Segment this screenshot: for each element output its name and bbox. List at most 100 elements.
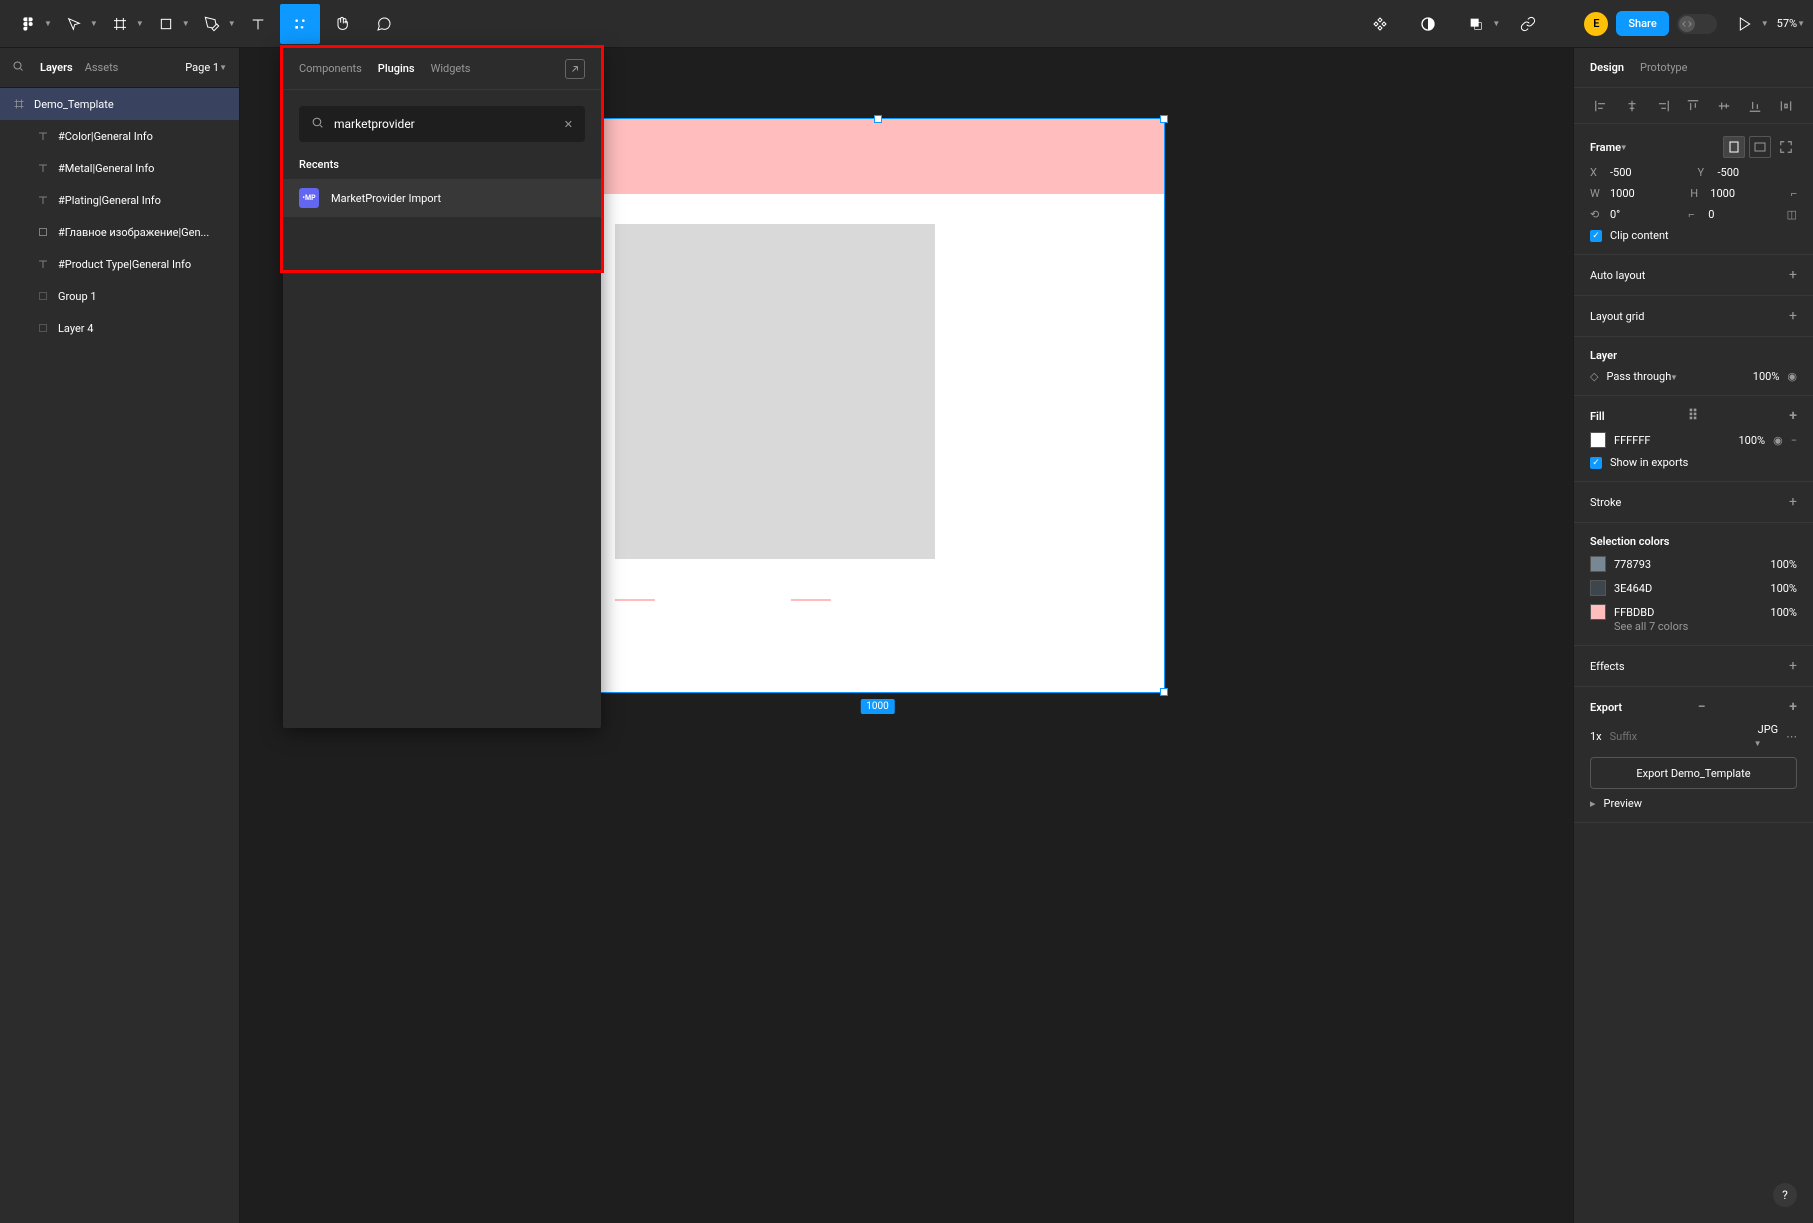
fill-visibility-icon[interactable]: ◉ <box>1773 434 1783 447</box>
layer-item[interactable]: #Главное изображение|Gen... <box>0 216 239 248</box>
browse-icon[interactable] <box>565 59 585 79</box>
visibility-icon[interactable]: ◉ <box>1787 370 1797 383</box>
shape-tool[interactable]: ▼ <box>146 4 190 44</box>
fill-styles-icon[interactable]: ⠿ <box>1688 408 1698 424</box>
fill-swatch[interactable] <box>1590 432 1606 448</box>
boolean-icon[interactable]: ▼ <box>1456 4 1500 44</box>
color-hex[interactable]: 3E464D <box>1614 582 1762 595</box>
align-center-h-icon[interactable] <box>1622 96 1642 116</box>
widgets-tab[interactable]: Widgets <box>431 62 471 75</box>
export-format[interactable]: JPG ▼ <box>1758 723 1779 749</box>
selection-handle[interactable] <box>1160 688 1168 696</box>
align-top-icon[interactable] <box>1683 96 1703 116</box>
link-icon[interactable] <box>1508 4 1548 44</box>
add-layout-grid-icon[interactable]: + <box>1789 308 1797 324</box>
layer-item[interactable]: Group 1 <box>0 280 239 312</box>
color-swatch[interactable] <box>1590 580 1606 596</box>
text-tool[interactable] <box>238 4 278 44</box>
clear-search-icon[interactable]: ✕ <box>564 118 573 131</box>
color-opacity[interactable]: 100% <box>1770 606 1797 619</box>
color-opacity[interactable]: 100% <box>1770 582 1797 595</box>
auto-layout-section: Auto layout+ <box>1574 255 1813 296</box>
rotation-input[interactable]: 0° <box>1610 208 1680 221</box>
help-button[interactable]: ? <box>1773 1183 1797 1207</box>
add-fill-icon[interactable]: + <box>1789 408 1797 424</box>
frame-title[interactable]: Frame ▼ <box>1590 141 1628 154</box>
design-tab[interactable]: Design <box>1590 61 1624 74</box>
selection-handle[interactable] <box>1160 115 1168 123</box>
radius-input[interactable]: 0 <box>1708 208 1778 221</box>
add-auto-layout-icon[interactable]: + <box>1789 267 1797 283</box>
main-menu[interactable]: ▼ <box>8 4 52 44</box>
resize-fit-icon[interactable] <box>1775 136 1797 158</box>
layer-item[interactable]: #Metal|General Info <box>0 152 239 184</box>
height-input[interactable]: 1000 <box>1710 187 1782 200</box>
layer-item[interactable]: Layer 4 <box>0 312 239 344</box>
export-scale[interactable]: 1x <box>1590 730 1602 743</box>
hand-tool[interactable] <box>322 4 362 44</box>
show-exports-checkbox[interactable]: ✓ <box>1590 457 1602 469</box>
assets-tab[interactable]: Assets <box>85 61 119 74</box>
color-opacity[interactable]: 100% <box>1770 558 1797 571</box>
plugin-search[interactable]: ✕ <box>299 106 585 142</box>
layer-item[interactable]: #Color|General Info <box>0 120 239 152</box>
portrait-icon[interactable] <box>1723 136 1745 158</box>
frame-tool[interactable]: ▼ <box>100 4 144 44</box>
export-suffix-input[interactable] <box>1610 730 1750 743</box>
plugin-search-input[interactable] <box>334 117 554 131</box>
color-hex[interactable]: FFBDBD <box>1614 606 1762 619</box>
plugin-item[interactable]: •MPMarketProvider Import <box>283 179 601 217</box>
remove-fill-icon[interactable]: − <box>1791 434 1797 447</box>
export-button[interactable]: Export Demo_Template <box>1590 757 1797 789</box>
move-tool[interactable]: ▼ <box>54 4 98 44</box>
color-hex[interactable]: 778793 <box>1614 558 1762 571</box>
selection-handle[interactable] <box>874 115 882 123</box>
color-swatch[interactable] <box>1590 604 1606 620</box>
export-preview[interactable]: Preview <box>1604 797 1642 810</box>
blend-mode[interactable]: Pass through ▼ <box>1606 370 1744 383</box>
clip-checkbox[interactable]: ✓ <box>1590 230 1602 242</box>
layer-item[interactable]: Demo_Template <box>0 88 239 120</box>
pen-tool[interactable]: ▼ <box>192 4 236 44</box>
layers-tab[interactable]: Layers <box>40 61 73 74</box>
canvas-frame[interactable]: 1000 <box>590 118 1165 693</box>
fill-opacity[interactable]: 100% <box>1738 434 1765 447</box>
dev-mode-toggle[interactable] <box>1677 14 1717 34</box>
independent-corners-icon[interactable]: ◫ <box>1787 208 1797 221</box>
selection-colors-section: Selection colors 778793100%3E464D100%FFB… <box>1574 523 1813 646</box>
y-input[interactable]: -500 <box>1718 166 1798 179</box>
add-export-icon[interactable]: + <box>1789 699 1797 715</box>
prototype-tab[interactable]: Prototype <box>1640 61 1687 74</box>
remove-export-icon[interactable]: − <box>1698 699 1706 715</box>
components-tab[interactable]: Components <box>299 62 362 75</box>
constrain-icon[interactable]: ⌐ <box>1791 187 1797 200</box>
component-icon[interactable] <box>1360 4 1400 44</box>
add-stroke-icon[interactable]: + <box>1789 494 1797 510</box>
zoom-control[interactable]: 57%▼ <box>1777 17 1805 30</box>
page-selector[interactable]: Page 1▼ <box>185 61 227 74</box>
layer-item[interactable]: #Plating|General Info <box>0 184 239 216</box>
add-effect-icon[interactable]: + <box>1789 658 1797 674</box>
align-left-icon[interactable] <box>1591 96 1611 116</box>
plugins-tab[interactable]: Plugins <box>378 62 415 75</box>
user-avatar[interactable]: E <box>1584 12 1608 36</box>
color-swatch[interactable] <box>1590 556 1606 572</box>
align-right-icon[interactable] <box>1653 96 1673 116</box>
comment-tool[interactable] <box>364 4 404 44</box>
search-icon[interactable] <box>12 60 24 75</box>
present-button[interactable]: ▼ <box>1725 4 1769 44</box>
x-input[interactable]: -500 <box>1610 166 1690 179</box>
share-button[interactable]: Share <box>1616 11 1668 36</box>
opacity-input[interactable]: 100% <box>1753 370 1780 383</box>
resources-tool[interactable] <box>280 4 320 44</box>
see-all-colors[interactable]: See all 7 colors <box>1614 620 1688 633</box>
distribute-icon[interactable] <box>1776 96 1796 116</box>
align-center-v-icon[interactable] <box>1714 96 1734 116</box>
landscape-icon[interactable] <box>1749 136 1771 158</box>
fill-hex[interactable]: FFFFFF <box>1614 434 1730 447</box>
align-bottom-icon[interactable] <box>1745 96 1765 116</box>
mask-icon[interactable] <box>1408 4 1448 44</box>
width-input[interactable]: 1000 <box>1610 187 1682 200</box>
export-options-icon[interactable]: ⋯ <box>1786 730 1797 743</box>
layer-item[interactable]: #Product Type|General Info <box>0 248 239 280</box>
